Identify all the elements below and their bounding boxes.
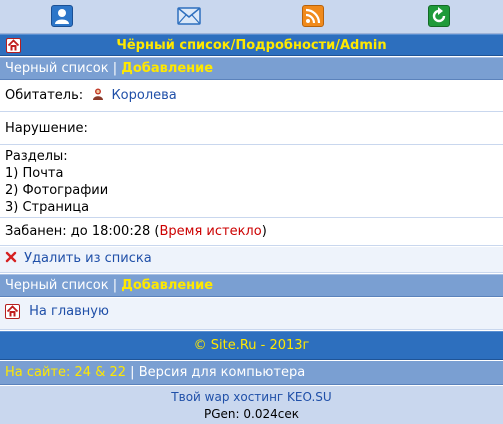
sections-row: Разделы: 1) Почта 2) Фотографии 3) Стран… [0, 146, 503, 218]
home-icon [5, 304, 20, 319]
desktop-version-link[interactable]: Версия для компьютера [139, 365, 305, 380]
home-row[interactable]: На главную [0, 298, 503, 330]
title-bar: Чёрный список/Подробности/Admin [0, 34, 503, 56]
copyright-bar: © Site.Ru - 2013г [0, 331, 503, 360]
sections-label: Разделы: [5, 149, 68, 164]
blacklist-link[interactable]: Черный список [5, 278, 109, 293]
banned-row: Забанен: до 18:00:28 (Время истекло) [0, 219, 503, 246]
violation-row: Нарушение: [0, 113, 503, 145]
refresh-icon[interactable] [428, 5, 450, 27]
online-separator: | [130, 365, 135, 380]
home-link[interactable]: На главную [29, 304, 109, 319]
user-icon[interactable] [51, 5, 73, 27]
resident-status-icon [91, 87, 105, 101]
mail-icon[interactable] [177, 5, 201, 27]
remove-icon [5, 251, 17, 263]
add-link[interactable]: Добавление [121, 61, 213, 76]
online-bar: На сайте: 24 & 22 | Версия для компьютер… [0, 361, 503, 385]
page-title: Чёрный список/Подробности/Admin [116, 38, 387, 53]
breadcrumb-bottom: Черный список | Добавление [0, 274, 503, 297]
hosting-link[interactable]: Твой wap хостинг KEO.SU [171, 390, 331, 404]
banned-status: Время истекло [159, 224, 262, 239]
breadcrumb-separator: | [112, 61, 118, 76]
add-link[interactable]: Добавление [121, 278, 213, 293]
top-nav [0, 0, 503, 34]
online-count-link[interactable]: На сайте: 24 & 22 [5, 365, 126, 380]
copyright-text: © Site.Ru - 2013г [193, 338, 310, 353]
remove-row[interactable]: Удалить из списка [0, 247, 503, 273]
banned-until: Забанен: до 18:00:28 [5, 224, 151, 239]
remove-from-list-link[interactable]: Удалить из списка [24, 251, 152, 266]
resident-row: Обитатель: Королева [0, 81, 503, 112]
rss-icon[interactable] [302, 5, 324, 27]
violation-label: Нарушение: [5, 121, 88, 136]
section-item: 2) Фотографии [5, 183, 109, 198]
breadcrumb: Черный список | Добавление [0, 57, 503, 80]
blacklist-link[interactable]: Черный список [5, 61, 109, 76]
section-item: 1) Почта [5, 166, 64, 181]
page-gen-time: PGen: 0.024сек [204, 407, 299, 421]
banned-paren-close: ) [261, 224, 267, 239]
bottom-info: Твой wap хостинг KEO.SU PGen: 0.024сек [0, 386, 503, 424]
resident-label: Обитатель: [5, 88, 84, 103]
resident-name-link[interactable]: Королева [111, 88, 176, 103]
section-item: 3) Страница [5, 200, 90, 215]
breadcrumb-separator: | [112, 278, 118, 293]
